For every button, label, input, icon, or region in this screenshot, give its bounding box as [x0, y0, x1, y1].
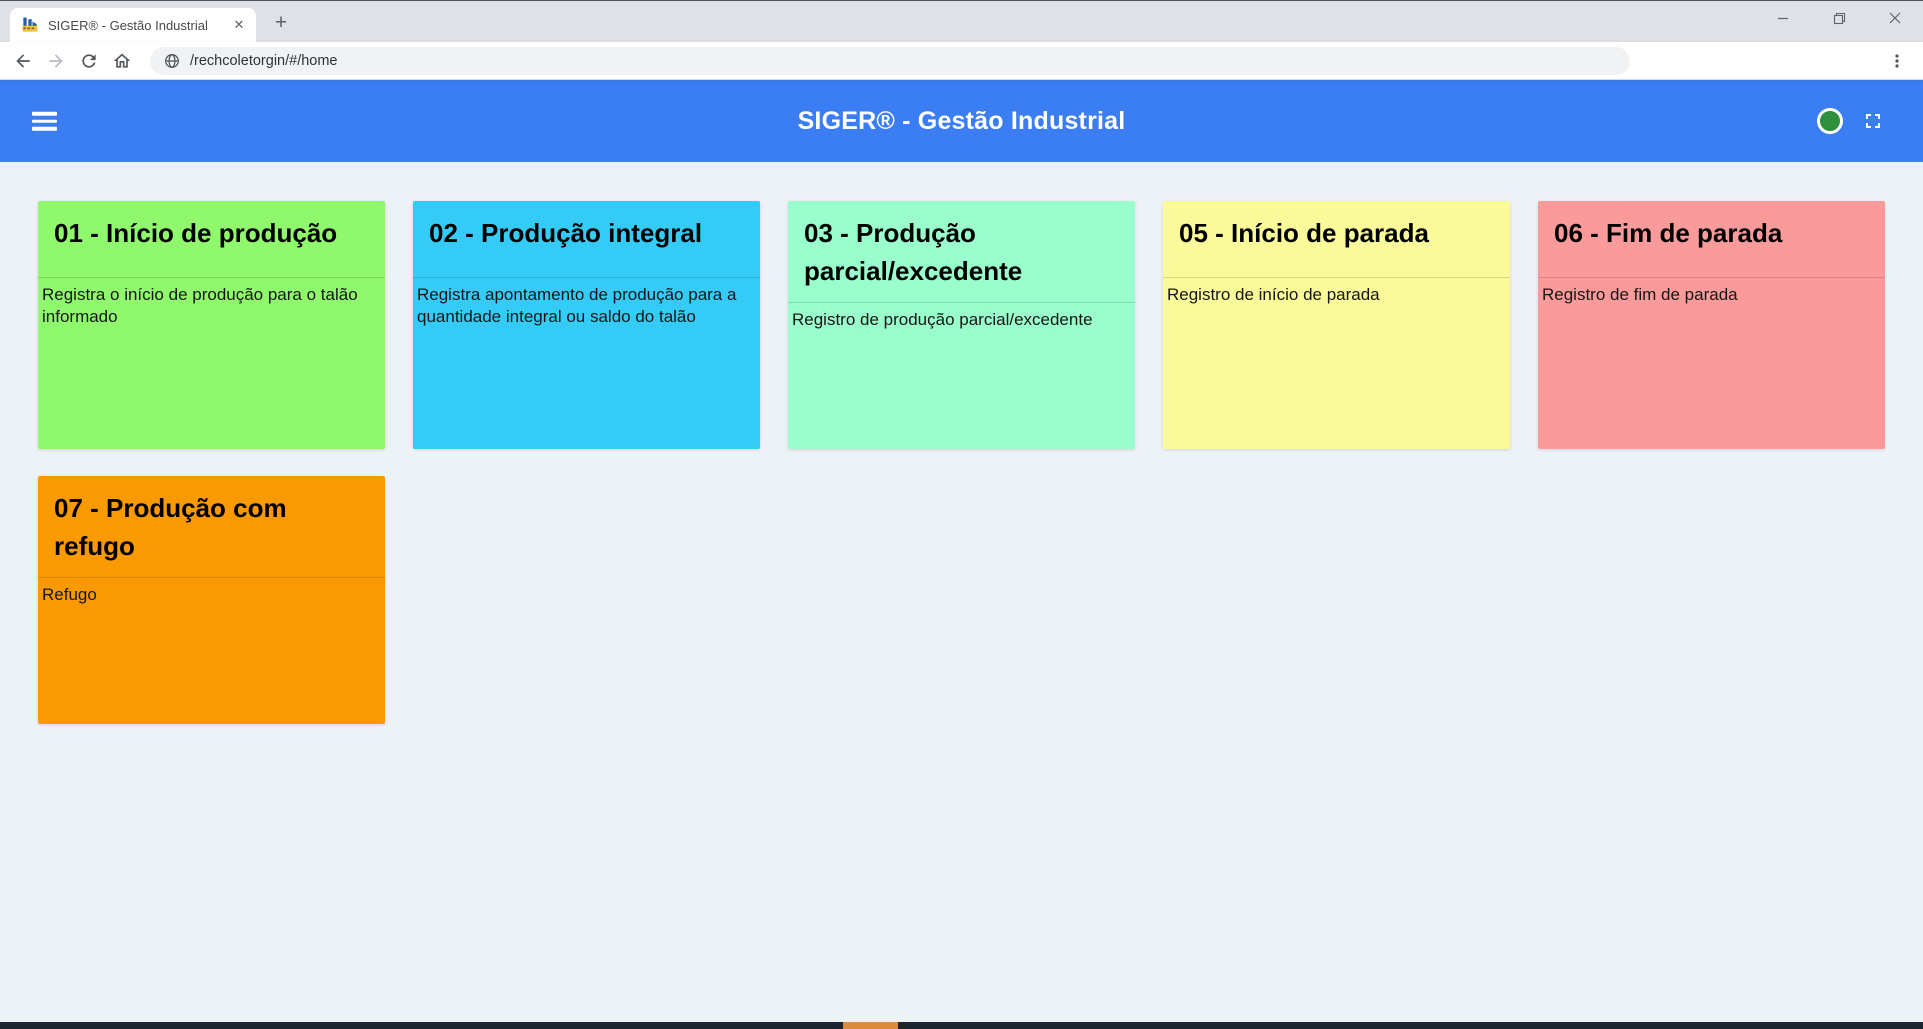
card-description: Registro de produção parcial/excedente: [792, 310, 1093, 329]
card-title: 03 - Produção parcial/excedente: [804, 218, 1023, 286]
favicon-factory-icon: [20, 15, 40, 35]
menu-card[interactable]: 01 - Início de produção Registra o iníci…: [38, 201, 385, 449]
tab-title: SIGER® - Gestão Industrial: [48, 17, 208, 33]
address-bar[interactable]: /rechcoletorgin/#/home: [150, 46, 1630, 75]
browser-tab-strip: SIGER® - Gestão Industrial ✕ +: [0, 0, 1923, 42]
window-controls: [1755, 2, 1923, 34]
forward-icon[interactable]: [43, 48, 69, 74]
menu-card[interactable]: 03 - Produção parcial/excedente Registro…: [788, 201, 1135, 449]
taskbar-edge: [0, 1022, 1923, 1029]
card-title: 01 - Início de produção: [54, 218, 338, 248]
restore-button[interactable]: [1811, 2, 1867, 34]
taskbar-active-app-indicator: [843, 1022, 898, 1029]
url-text[interactable]: /rechcoletorgin/#/home: [190, 53, 338, 69]
menu-card[interactable]: 02 - Produção integral Registra apontame…: [413, 201, 760, 449]
fullscreen-icon[interactable]: [1861, 109, 1885, 133]
back-icon[interactable]: [10, 48, 36, 74]
home-icon[interactable]: [109, 48, 135, 74]
menu-card[interactable]: 07 - Produção com refugo Refugo: [38, 476, 385, 724]
connection-status-indicator: [1817, 108, 1843, 134]
minimize-button[interactable]: [1755, 2, 1811, 34]
browser-menu-icon[interactable]: [1885, 49, 1909, 73]
new-tab-button[interactable]: +: [268, 10, 294, 36]
card-description: Registro de fim de parada: [1542, 285, 1738, 304]
tab-close-icon[interactable]: ✕: [230, 16, 248, 34]
card-description: Registra o início de produção para o tal…: [42, 285, 358, 326]
main-content: 01 - Início de produção Registra o iníci…: [0, 162, 1923, 724]
app-header: SIGER® - Gestão Industrial: [0, 80, 1923, 162]
page-title: SIGER® - Gestão Industrial: [797, 106, 1126, 135]
browser-tab[interactable]: SIGER® - Gestão Industrial ✕: [10, 8, 256, 42]
header-actions: [1817, 108, 1885, 134]
card-title: 02 - Produção integral: [429, 218, 703, 248]
card-description: Refugo: [42, 585, 97, 604]
card-title: 06 - Fim de parada: [1554, 218, 1783, 248]
cards-grid: 01 - Início de produção Registra o iníci…: [38, 201, 1885, 724]
card-title: 07 - Produção com refugo: [54, 493, 287, 561]
reload-icon[interactable]: [76, 48, 102, 74]
card-description: Registro de início de parada: [1167, 285, 1380, 304]
site-globe-icon: [164, 53, 180, 69]
card-description: Registra apontamento de produção para a …: [417, 285, 737, 326]
browser-toolbar: /rechcoletorgin/#/home: [0, 42, 1923, 80]
card-title: 05 - Início de parada: [1179, 218, 1429, 248]
menu-card[interactable]: 06 - Fim de parada Registro de fim de pa…: [1538, 201, 1885, 449]
menu-card[interactable]: 05 - Início de parada Registro de início…: [1163, 201, 1510, 449]
menu-hamburger-icon[interactable]: [32, 111, 57, 131]
close-window-button[interactable]: [1867, 2, 1923, 34]
